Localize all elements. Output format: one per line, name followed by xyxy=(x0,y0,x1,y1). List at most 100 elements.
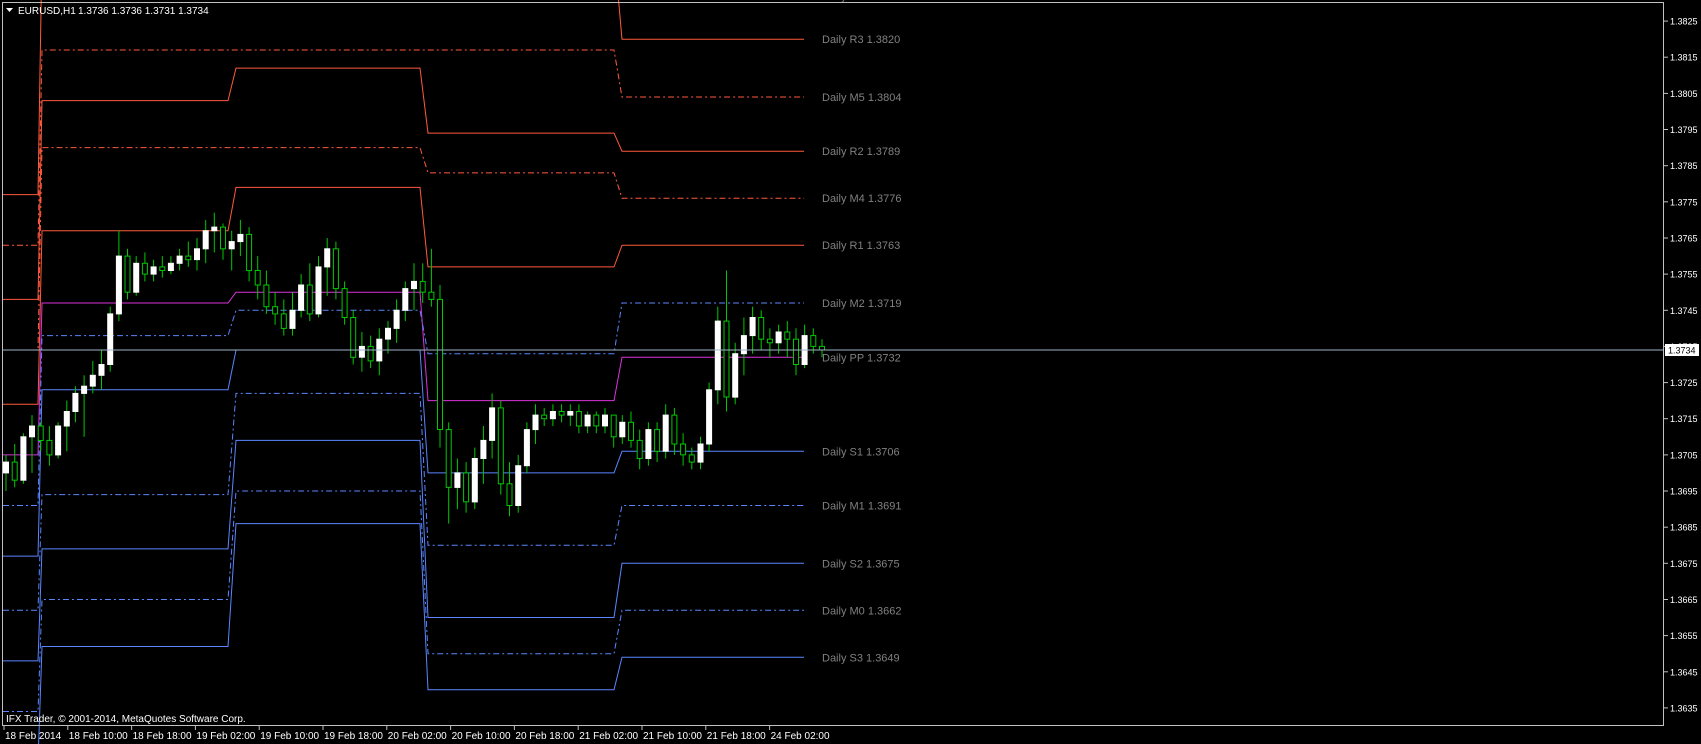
x-tick-label: 24 Feb 02:00 xyxy=(771,731,830,742)
candle-body xyxy=(306,284,313,315)
candle-body xyxy=(167,262,174,271)
candle-body xyxy=(263,284,270,308)
candle-body xyxy=(272,306,279,315)
candle-body xyxy=(628,421,634,441)
x-tick-label: 19 Feb 18:00 xyxy=(324,731,383,742)
candle-body xyxy=(81,385,88,394)
candle-body xyxy=(471,458,478,503)
candle-body xyxy=(358,345,365,358)
copyright-text: IFX Trader, © 2001-2014, MetaQuotes Soft… xyxy=(6,714,246,725)
candle-body xyxy=(515,465,522,507)
candle-body xyxy=(55,425,62,456)
candle-body xyxy=(324,248,331,268)
candle-body xyxy=(332,248,339,290)
x-tick-label: 18 Feb 10:00 xyxy=(69,731,128,742)
chart-symbol: EURUSD,H1 xyxy=(18,6,76,17)
candle-body xyxy=(810,335,817,347)
candle-body xyxy=(428,291,435,300)
candle-body xyxy=(194,248,200,261)
candle-body xyxy=(740,335,747,355)
candle-body xyxy=(37,425,44,441)
candle-body xyxy=(115,255,122,315)
candle-body xyxy=(393,309,400,329)
candle-body xyxy=(298,284,305,311)
candle xyxy=(714,306,721,405)
candle xyxy=(523,422,530,473)
y-tick-label: 1.3675 xyxy=(1670,559,1698,569)
x-tick-label: 19 Feb 02:00 xyxy=(196,731,255,742)
y-tick-label: 1.3655 xyxy=(1670,631,1698,641)
level-label: Daily PP 1.3732 xyxy=(822,352,901,364)
candle-body xyxy=(63,411,70,427)
candle xyxy=(350,310,357,365)
candle-body xyxy=(784,331,791,340)
level-label: Daily R1 1.3763 xyxy=(822,240,900,252)
candle-body xyxy=(159,266,166,271)
candle xyxy=(437,285,443,448)
y-tick-label: 1.3685 xyxy=(1670,523,1698,533)
candle-body xyxy=(289,309,296,329)
candle-body xyxy=(98,364,105,376)
candle-body xyxy=(497,407,504,485)
candle-body xyxy=(766,338,773,344)
level-label: Daily S1 1.3706 xyxy=(822,446,900,458)
level-label: Daily R2 1.3789 xyxy=(822,146,900,158)
level-label: Daily M5 1.3804 xyxy=(822,92,902,104)
candle-body xyxy=(645,429,652,460)
y-tick-label: 1.3745 xyxy=(1670,306,1698,316)
candle-body xyxy=(523,429,530,467)
candle-body xyxy=(610,414,617,438)
candle xyxy=(20,433,27,484)
candle-body xyxy=(280,313,287,329)
candle-body xyxy=(141,262,148,275)
x-tick-label: 18 Feb 2014 xyxy=(5,731,62,742)
candle xyxy=(706,382,713,452)
candle-body xyxy=(654,429,661,452)
level-label: Daily M2 1.3719 xyxy=(822,298,902,310)
y-tick-label: 1.3665 xyxy=(1670,595,1698,605)
y-tick-label: 1.3695 xyxy=(1670,487,1698,497)
candle-body xyxy=(697,443,704,463)
candle-body xyxy=(437,298,443,430)
candle-body xyxy=(228,241,235,250)
candle xyxy=(55,422,62,459)
candle-body xyxy=(532,414,539,431)
y-tick-label: 1.3635 xyxy=(1670,703,1698,713)
candle-body xyxy=(445,429,452,488)
candle-body xyxy=(662,414,669,452)
candle-body xyxy=(506,483,513,506)
candle-body xyxy=(584,414,591,427)
candle-body xyxy=(619,421,626,438)
candle-body xyxy=(124,255,131,293)
candle-body xyxy=(419,280,426,293)
candle xyxy=(497,400,504,495)
candle-body xyxy=(706,389,713,445)
current-price-label: 1.3734 xyxy=(1668,346,1696,356)
candle-body xyxy=(758,317,765,340)
candle-body xyxy=(454,472,461,488)
candle-body xyxy=(176,255,183,264)
y-tick-label: 1.3705 xyxy=(1670,450,1698,460)
candle-body xyxy=(671,414,678,445)
candle-body xyxy=(558,411,565,416)
chart-background xyxy=(0,0,1701,744)
x-tick-label: 20 Feb 02:00 xyxy=(388,731,447,742)
candle xyxy=(124,248,131,300)
candle-body xyxy=(541,414,548,420)
candle-body xyxy=(367,345,374,362)
price-chart[interactable]: Daily R3 1.3820 Daily M5 1.3804 Daily R2 1… xyxy=(0,0,1701,744)
level-label: Daily M0 1.3662 xyxy=(822,605,902,617)
level-label: Daily S2 1.3675 xyxy=(822,558,900,570)
level-label: Daily M1 1.3691 xyxy=(822,501,902,513)
candle-body xyxy=(680,443,687,456)
level-label: Daily R3 1.3820 xyxy=(822,34,900,46)
y-tick-label: 1.3645 xyxy=(1670,667,1698,677)
candle-body xyxy=(593,414,600,427)
candle-body xyxy=(89,374,96,387)
candle-body xyxy=(636,439,643,459)
x-tick-label: 18 Feb 18:00 xyxy=(133,731,192,742)
candle-body xyxy=(29,425,35,438)
x-tick-label: 20 Feb 10:00 xyxy=(452,731,511,742)
chart-quote: 1.3736 1.3736 1.3731 1.3734 xyxy=(78,6,209,17)
x-tick-label: 21 Feb 02:00 xyxy=(579,731,638,742)
